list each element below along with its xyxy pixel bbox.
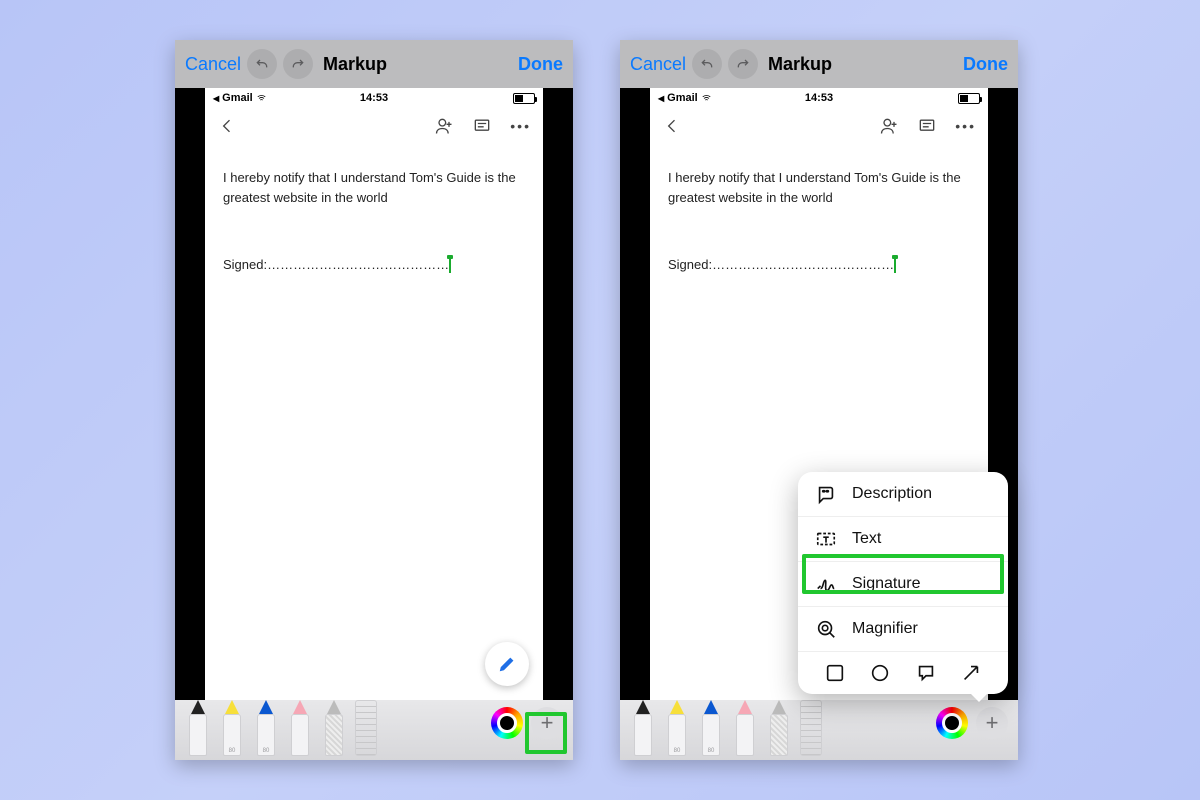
magnifier-icon	[814, 617, 838, 641]
more-icon[interactable]: •••	[510, 118, 531, 134]
status-time: 14:53	[805, 92, 833, 104]
add-person-icon[interactable]	[879, 116, 899, 136]
popover-label: Description	[852, 485, 932, 503]
back-chevron-icon[interactable]	[217, 116, 237, 136]
eraser-tool[interactable]	[732, 700, 758, 756]
wifi-icon	[700, 93, 713, 103]
popover-signature[interactable]: Signature	[798, 562, 1008, 607]
color-picker-button[interactable]	[491, 707, 523, 739]
back-to-app[interactable]: Gmail	[213, 92, 268, 104]
ios-status-bar: Gmail 14:53	[205, 88, 543, 108]
text-box-icon	[814, 527, 838, 551]
back-chevron-icon[interactable]	[662, 116, 682, 136]
ruler-tool[interactable]	[355, 700, 377, 756]
battery-icon	[513, 93, 535, 104]
phone-screenshot-right: Cancel Markup Done Gmail 14:53 ••• I h	[620, 40, 1018, 760]
markup-toolbar: Cancel Markup Done	[175, 40, 573, 88]
popover-label: Magnifier	[852, 620, 918, 638]
popover-shapes-row	[798, 652, 1008, 694]
done-button[interactable]: Done	[518, 54, 563, 75]
ruler-tool[interactable]	[800, 700, 822, 756]
more-icon[interactable]: •••	[955, 118, 976, 134]
comment-icon[interactable]	[472, 116, 492, 136]
eraser-tool[interactable]	[287, 700, 313, 756]
markup-title: Markup	[323, 54, 387, 75]
shape-speech-icon[interactable]	[915, 662, 937, 684]
captured-screen: Gmail 14:53 ••• I hereby notify that I u…	[205, 88, 543, 700]
doc-toolbar: •••	[650, 108, 988, 144]
signature-line: Signed:……………………………………	[668, 255, 970, 275]
lasso-tool[interactable]	[321, 700, 347, 756]
popover-description[interactable]: Description	[798, 472, 1008, 517]
undo-button[interactable]	[247, 49, 277, 79]
signature-icon	[814, 572, 838, 596]
pen-tool[interactable]	[630, 700, 656, 756]
shape-circle-icon[interactable]	[869, 662, 891, 684]
pencil-tool[interactable]: 80	[253, 700, 279, 756]
lasso-tool[interactable]	[766, 700, 792, 756]
popover-text[interactable]: Text	[798, 517, 1008, 562]
popover-magnifier[interactable]: Magnifier	[798, 607, 1008, 652]
text-cursor	[449, 259, 451, 273]
description-icon	[814, 482, 838, 506]
document-body: I hereby notify that I understand Tom's …	[650, 144, 988, 299]
color-picker-button[interactable]	[936, 707, 968, 739]
markup-tool-tray: 80 80 +	[175, 700, 573, 760]
highlighter-tool[interactable]: 80	[664, 700, 690, 756]
document-body: I hereby notify that I understand Tom's …	[205, 144, 543, 299]
document-text: I hereby notify that I understand Tom's …	[668, 168, 970, 207]
pen-tool[interactable]	[185, 700, 211, 756]
add-annotation-popover: Description Text Signature Magnifier	[798, 472, 1008, 694]
markup-tool-tray: 80 80 +	[620, 700, 1018, 760]
pencil-tool[interactable]: 80	[698, 700, 724, 756]
doc-toolbar: •••	[205, 108, 543, 144]
phone-screenshot-left: Cancel Markup Done Gmail 14:53 ••• I h	[175, 40, 573, 760]
cancel-button[interactable]: Cancel	[185, 54, 241, 75]
cancel-button[interactable]: Cancel	[630, 54, 686, 75]
highlighter-tool[interactable]: 80	[219, 700, 245, 756]
status-time: 14:53	[360, 92, 388, 104]
add-annotation-button[interactable]: +	[976, 707, 1008, 739]
shape-square-icon[interactable]	[824, 662, 846, 684]
markup-title: Markup	[768, 54, 832, 75]
edit-fab[interactable]	[485, 642, 529, 686]
signature-line: Signed:……………………………………	[223, 255, 525, 275]
add-person-icon[interactable]	[434, 116, 454, 136]
shape-arrow-icon[interactable]	[960, 662, 982, 684]
undo-button[interactable]	[692, 49, 722, 79]
comment-icon[interactable]	[917, 116, 937, 136]
redo-button[interactable]	[728, 49, 758, 79]
ios-status-bar: Gmail 14:53	[650, 88, 988, 108]
done-button[interactable]: Done	[963, 54, 1008, 75]
document-text: I hereby notify that I understand Tom's …	[223, 168, 525, 207]
back-to-app[interactable]: Gmail	[658, 92, 713, 104]
popover-label: Text	[852, 530, 881, 548]
screenshot-canvas: Gmail 14:53 ••• I hereby notify that I u…	[175, 88, 573, 700]
redo-button[interactable]	[283, 49, 313, 79]
wifi-icon	[255, 93, 268, 103]
text-cursor	[894, 259, 896, 273]
popover-label: Signature	[852, 575, 921, 593]
markup-toolbar: Cancel Markup Done	[620, 40, 1018, 88]
battery-icon	[958, 93, 980, 104]
add-annotation-button[interactable]: +	[531, 707, 563, 739]
